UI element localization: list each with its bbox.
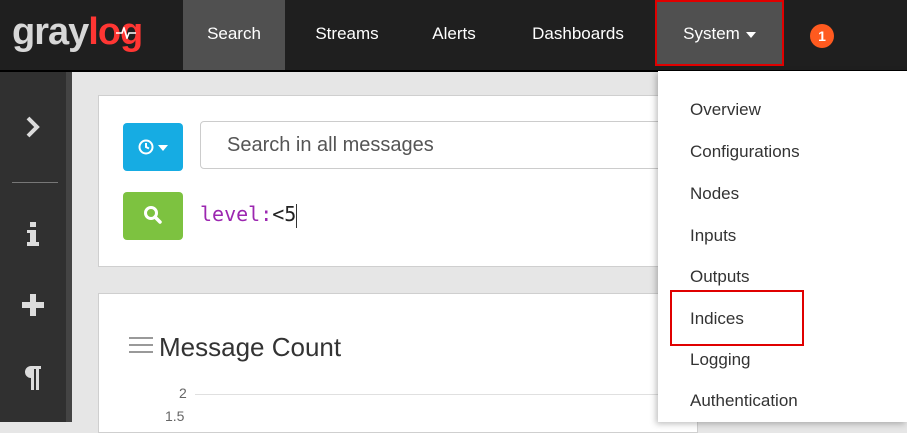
menu-item-authentication[interactable]: Authentication (690, 391, 798, 411)
menu-item-logging[interactable]: Logging (690, 350, 751, 370)
notification-badge[interactable]: 1 (810, 24, 834, 48)
menu-item-nodes[interactable]: Nodes (690, 184, 739, 204)
plus-icon[interactable] (0, 294, 66, 321)
sidebar-divider (12, 182, 58, 183)
query-field-key: level: (200, 202, 273, 226)
message-count-panel: Message Count 2 1.5 (98, 293, 698, 433)
nav-system-label: System (683, 24, 740, 43)
time-range-button[interactable] (123, 123, 183, 171)
query-field-value: <5 (272, 202, 297, 226)
chevron-right-icon[interactable] (0, 116, 66, 143)
query-input[interactable]: level:<5 (200, 202, 298, 228)
search-input[interactable]: Search in all messages (200, 121, 720, 169)
menu-item-configurations[interactable]: Configurations (690, 142, 800, 162)
top-navbar: graylog Search Streams Alerts Dashboards… (0, 0, 907, 72)
message-count-title: Message Count (129, 332, 341, 363)
text-cursor (296, 203, 298, 228)
search-button[interactable] (123, 192, 183, 240)
menu-item-inputs[interactable]: Inputs (690, 226, 736, 246)
search-placeholder: Search in all messages (227, 134, 434, 156)
clock-icon (138, 139, 154, 155)
menu-item-outputs[interactable]: Outputs (690, 267, 750, 287)
menu-item-overview[interactable]: Overview (690, 100, 761, 120)
system-dropdown-menu: Overview Configurations Nodes Inputs Out… (658, 71, 907, 422)
nav-system-dropdown[interactable]: System (655, 0, 784, 66)
graylog-logo[interactable]: graylog (12, 9, 172, 55)
nav-search[interactable]: Search (183, 0, 285, 70)
y-tick-label: 2 (179, 385, 187, 401)
caret-down-icon (158, 145, 168, 152)
nav-streams[interactable]: Streams (296, 0, 398, 70)
search-panel: Search in all messages level:<5 (98, 95, 720, 267)
search-icon (144, 206, 162, 224)
pilcrow-icon[interactable] (0, 366, 66, 395)
sidebar-edge (66, 72, 72, 422)
pulse-icon (116, 27, 136, 39)
left-sidebar (0, 72, 72, 422)
indices-highlight-box (670, 290, 804, 346)
gridline (195, 394, 695, 395)
drag-handle-icon[interactable] (129, 337, 153, 355)
info-icon[interactable] (0, 222, 66, 251)
message-count-label: Message Count (159, 332, 342, 362)
nav-alerts[interactable]: Alerts (411, 0, 497, 70)
nav-dashboards[interactable]: Dashboards (508, 0, 648, 70)
logo-text-primary: gray (12, 11, 89, 53)
caret-down-icon (745, 31, 756, 38)
